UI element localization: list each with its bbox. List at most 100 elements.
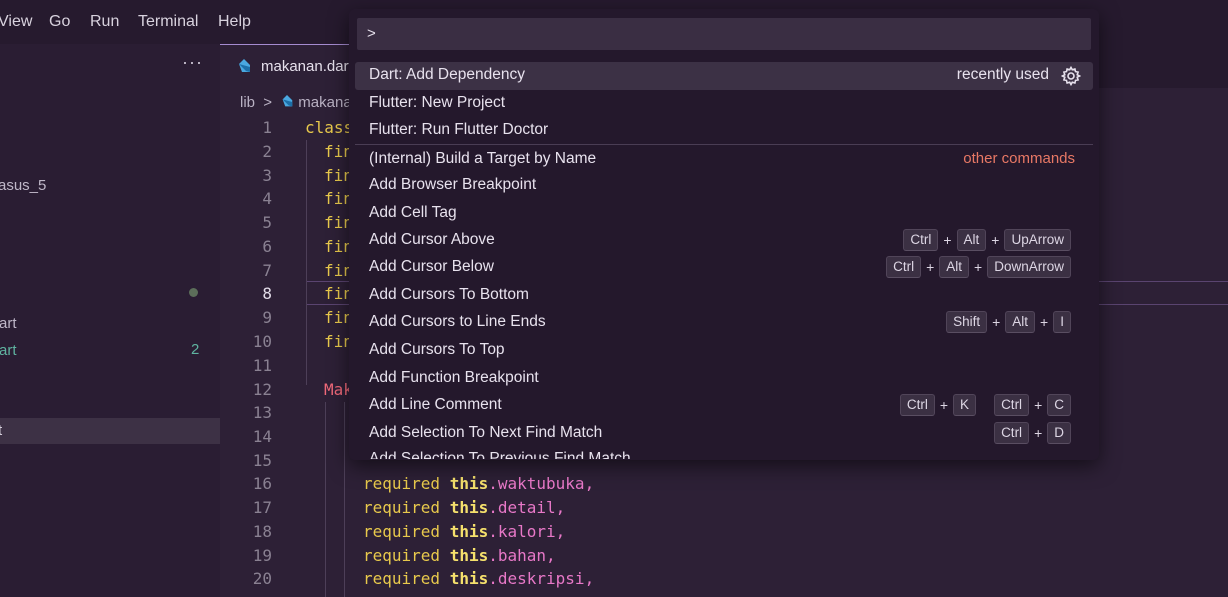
- keybinding: Ctrl + Alt + UpArrow: [903, 229, 1071, 251]
- line-number: 4: [262, 189, 272, 208]
- keybinding: Shift + Alt + I: [946, 311, 1071, 333]
- key-cap: DownArrow: [987, 256, 1071, 278]
- command-item[interactable]: Add Selection To Next Find Match Ctrl + D: [349, 420, 1099, 448]
- line-number: 14: [252, 427, 272, 446]
- line-number: 10: [252, 332, 272, 351]
- line-number: 13: [252, 403, 272, 422]
- breadcrumb: lib > makana: [240, 94, 352, 111]
- command-label: Dart: Add Dependency: [369, 66, 525, 83]
- explorer-selected-item[interactable]: t: [0, 418, 220, 444]
- menu-terminal[interactable]: Terminal: [138, 13, 198, 31]
- key-cap: Ctrl: [886, 256, 922, 278]
- other-commands-label: other commands: [963, 150, 1075, 167]
- explorer-item[interactable]: art: [0, 315, 17, 332]
- more-actions-icon[interactable]: ···: [182, 52, 203, 73]
- line-number: 9: [262, 308, 272, 327]
- keybinding: Ctrl + K Ctrl + C: [899, 394, 1071, 416]
- command-label: Add Line Comment: [369, 396, 502, 413]
- menu-run[interactable]: Run: [90, 13, 119, 31]
- breadcrumb-separator: >: [263, 94, 272, 111]
- menu-help[interactable]: Help: [218, 13, 251, 31]
- line-number: 18: [252, 522, 272, 541]
- gear-icon[interactable]: [1061, 66, 1081, 86]
- command-label: Add Selection To Next Find Match: [369, 424, 603, 441]
- line-number: 3: [262, 166, 272, 185]
- command-item[interactable]: Add Cursor Below Ctrl + Alt + DownArrow: [349, 254, 1099, 282]
- menu-view[interactable]: View: [0, 13, 32, 31]
- command-item-partial[interactable]: Add Selection To Previous Find Match: [369, 450, 631, 459]
- indent-guide: [325, 402, 326, 597]
- command-list: Dart: Add Dependency recently used Flutt…: [349, 61, 1099, 460]
- recently-used-label: recently used: [956, 66, 1049, 83]
- command-label: Add Cursors To Top: [369, 341, 505, 358]
- command-label: Add Browser Breakpoint: [369, 176, 537, 193]
- key-cap: Ctrl: [994, 422, 1030, 444]
- breadcrumb-file[interactable]: makana: [298, 94, 351, 111]
- command-item[interactable]: Dart: Add Dependency recently used: [355, 62, 1093, 90]
- line-number: 2: [262, 142, 272, 161]
- command-label: (Internal) Build a Target by Name: [369, 150, 597, 167]
- explorer-item-error[interactable]: art: [0, 342, 17, 359]
- code-line: class: [305, 118, 354, 137]
- key-cap: Alt: [939, 256, 970, 278]
- keybinding: Ctrl + Alt + DownArrow: [886, 256, 1071, 278]
- problem-count-badge: 2: [191, 341, 200, 358]
- command-item[interactable]: Add Function Breakpoint: [349, 365, 1099, 393]
- section-separator: [355, 144, 1093, 145]
- command-item[interactable]: Add Cursor Above Ctrl + Alt + UpArrow: [349, 227, 1099, 255]
- command-label: Add Cursors To Bottom: [369, 286, 529, 303]
- line-number: 5: [262, 213, 272, 232]
- line-number: 6: [262, 237, 272, 256]
- command-item[interactable]: Add Cursors to Line Ends Shift + Alt + I: [349, 309, 1099, 337]
- indent-guide: [344, 402, 345, 597]
- command-item[interactable]: Add Browser Breakpoint: [349, 172, 1099, 200]
- command-label: Add Cursor Above: [369, 231, 495, 248]
- explorer-item-label: t: [0, 422, 3, 439]
- dart-file-icon: [282, 95, 293, 107]
- key-cap: UpArrow: [1004, 229, 1071, 251]
- key-cap: D: [1047, 422, 1071, 444]
- line-number: 1: [262, 118, 272, 137]
- code-line: required this.waktubuka,: [363, 474, 595, 493]
- line-number: 11: [252, 356, 272, 375]
- line-number: 19: [252, 546, 272, 565]
- command-item[interactable]: Add Line Comment Ctrl + K Ctrl + C: [349, 392, 1099, 420]
- command-item[interactable]: Add Cursors To Top: [349, 337, 1099, 365]
- command-item[interactable]: (Internal) Build a Target by Name other …: [349, 146, 1099, 174]
- command-label: Flutter: New Project: [369, 94, 506, 111]
- command-palette: Dart: Add Dependency recently used Flutt…: [349, 9, 1099, 460]
- line-number-current: 8: [262, 284, 272, 303]
- key-cap: Alt: [956, 229, 987, 251]
- code-line: required this.detail,: [363, 498, 566, 517]
- command-item[interactable]: Add Cell Tag: [349, 200, 1099, 228]
- key-cap: Ctrl: [899, 394, 935, 416]
- indent-guide: [306, 140, 307, 385]
- breadcrumb-root[interactable]: lib: [240, 94, 255, 111]
- command-label: Add Cursors to Line Ends: [369, 313, 546, 330]
- dart-file-icon: [239, 59, 250, 72]
- modified-dot-icon: [189, 288, 198, 297]
- explorer-item[interactable]: asus_5: [0, 177, 46, 194]
- tab-label: makanan.dart: [261, 58, 353, 75]
- command-item[interactable]: Flutter: Run Flutter Doctor: [349, 117, 1099, 145]
- line-number: 16: [252, 474, 272, 493]
- code-line: required this.deskripsi,: [363, 569, 595, 588]
- command-label: Add Function Breakpoint: [369, 369, 539, 386]
- key-cap: Alt: [1005, 311, 1036, 333]
- command-label: Add Cursor Below: [369, 258, 494, 275]
- key-cap: Shift: [946, 311, 988, 333]
- line-number: 7: [262, 261, 272, 280]
- menu-go[interactable]: Go: [49, 13, 70, 31]
- line-number: 17: [252, 498, 272, 517]
- key-cap: C: [1047, 394, 1071, 416]
- command-label: Add Cell Tag: [369, 204, 457, 221]
- key-cap: Ctrl: [994, 394, 1030, 416]
- key-cap: K: [953, 394, 977, 416]
- explorer-sidebar: ··· asus_5 art art 2 t: [0, 44, 220, 597]
- command-item[interactable]: Add Cursors To Bottom: [349, 282, 1099, 310]
- key-cap: I: [1053, 311, 1071, 333]
- code-line: required this.kalori,: [363, 522, 566, 541]
- command-item[interactable]: Flutter: New Project: [349, 90, 1099, 118]
- code-line: required this.bahan,: [363, 546, 556, 565]
- command-input[interactable]: [357, 18, 1087, 48]
